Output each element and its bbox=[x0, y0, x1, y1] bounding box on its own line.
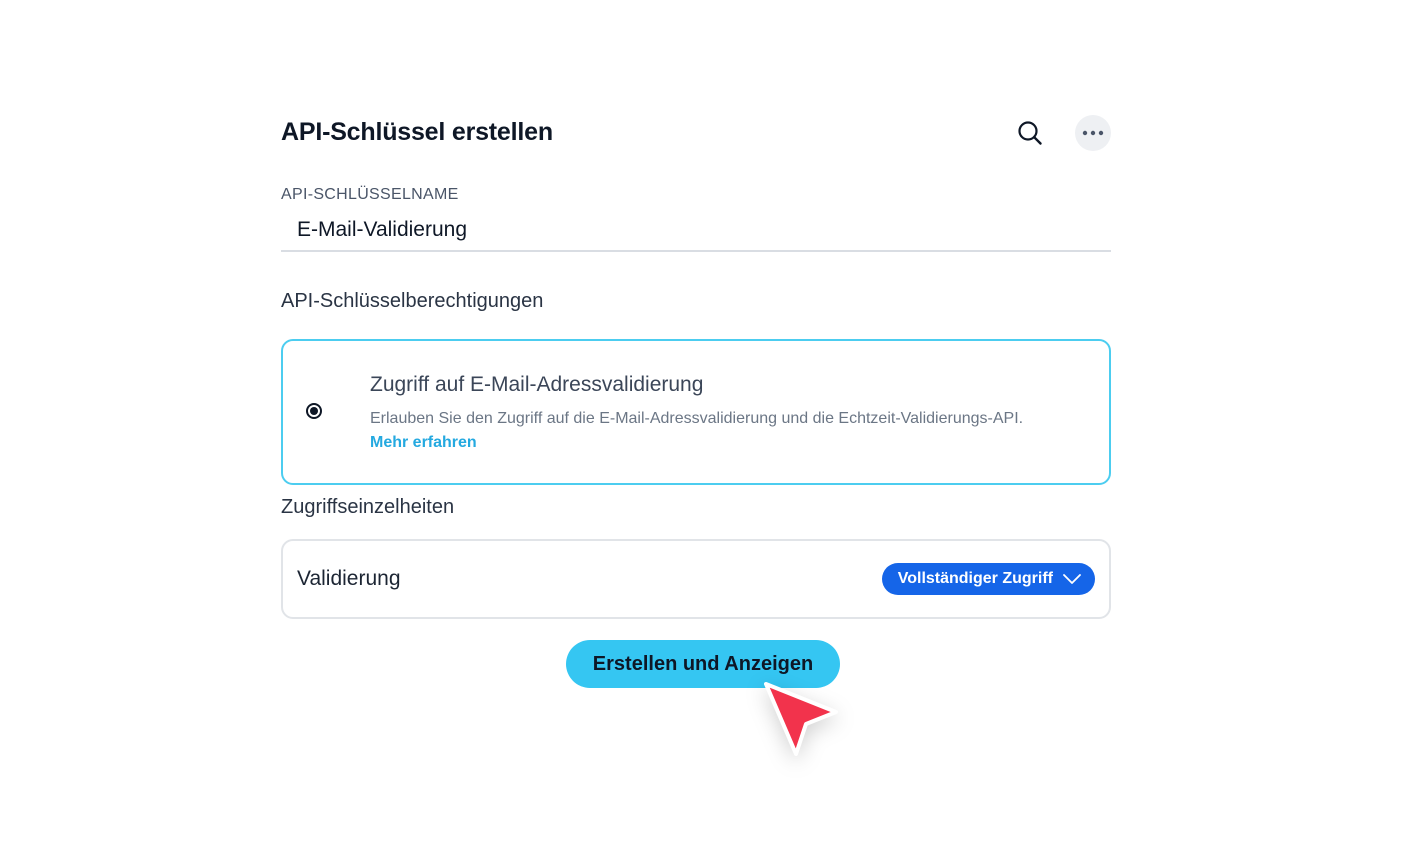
api-key-form: API-Schlüssel erstellen API-SCHLÜSSELNAM… bbox=[281, 108, 1111, 688]
form-header: API-Schlüssel erstellen bbox=[281, 108, 1111, 158]
more-options-button[interactable] bbox=[1075, 115, 1111, 151]
chevron-down-icon bbox=[1063, 574, 1081, 584]
access-level-value: Vollständiger Zugriff bbox=[897, 570, 1053, 587]
permissions-title: API-Schlüsselberechtigungen bbox=[281, 290, 544, 312]
permission-radio[interactable] bbox=[306, 403, 322, 419]
access-row-label: Validierung bbox=[297, 567, 401, 590]
learn-more-link[interactable]: Mehr erfahren bbox=[370, 434, 477, 451]
access-details-title: Zugriffseinzelheiten bbox=[281, 496, 455, 518]
radio-selected-dot bbox=[310, 407, 318, 415]
mouse-pointer-icon bbox=[764, 682, 838, 756]
access-level-select[interactable]: Vollständiger Zugriff bbox=[881, 563, 1095, 595]
permission-description: Erlauben Sie den Zugriff auf die E-Mail-… bbox=[370, 410, 1024, 427]
api-key-name-label: API-SCHLÜSSELNAME bbox=[281, 186, 459, 203]
permission-text: Zugriff auf E-Mail-Adressvalidierung Erl… bbox=[370, 373, 1089, 455]
access-details-card: Validierung Vollständiger Zugriff bbox=[281, 539, 1111, 619]
more-horizontal-icon bbox=[1082, 130, 1104, 136]
permission-name: Zugriff auf E-Mail-Adressvalidierung bbox=[370, 373, 704, 396]
search-icon bbox=[1018, 121, 1042, 145]
permission-option-card[interactable]: Zugriff auf E-Mail-Adressvalidierung Erl… bbox=[281, 339, 1111, 485]
search-button[interactable] bbox=[1011, 114, 1049, 152]
page-title: API-Schlüssel erstellen bbox=[281, 118, 553, 146]
api-key-name-input[interactable] bbox=[281, 210, 1111, 252]
header-actions bbox=[1011, 114, 1111, 152]
